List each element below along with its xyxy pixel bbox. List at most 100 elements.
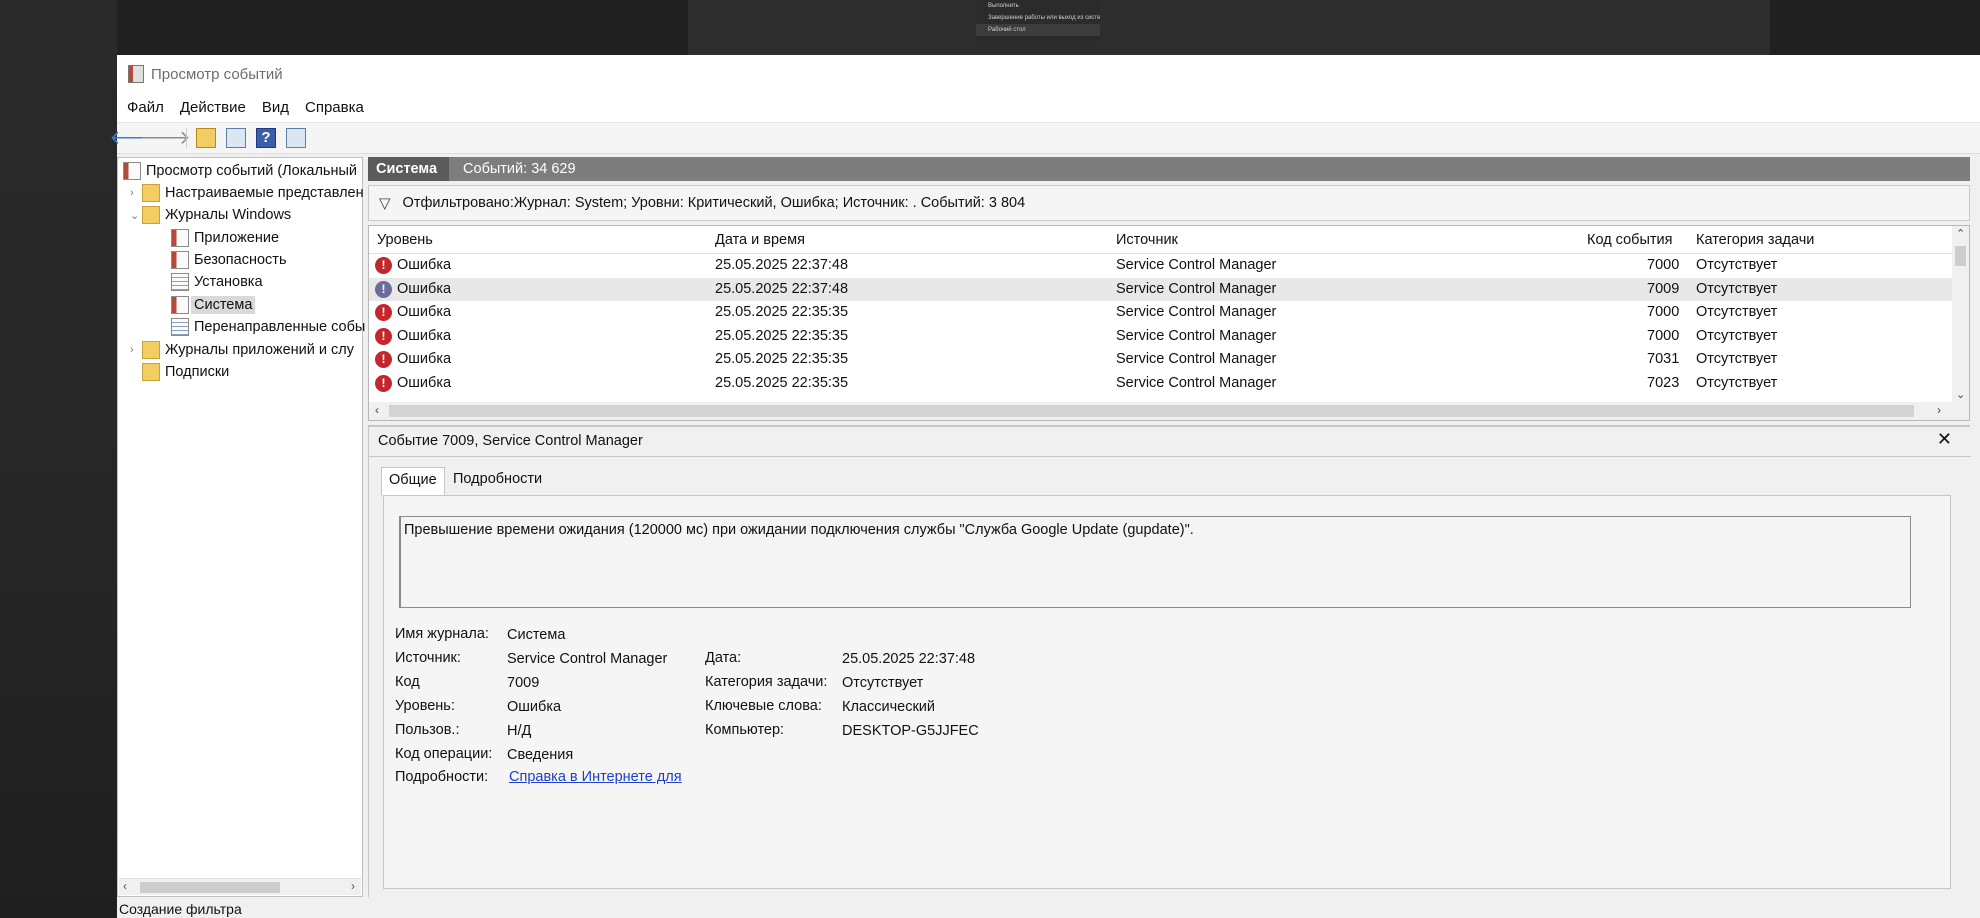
cell-source: Service Control Manager [1116, 374, 1277, 391]
scroll-left-icon[interactable]: ‹ [123, 879, 127, 893]
general-tab-content: Превышение времени ожидания (120000 мс) … [383, 495, 1951, 889]
scroll-right-icon[interactable]: › [1937, 403, 1941, 417]
label-level: Уровень: [395, 698, 455, 714]
show-action-pane-button[interactable] [283, 125, 309, 151]
expand-chevron-icon[interactable]: › [130, 187, 142, 199]
help-button[interactable]: ? [253, 125, 279, 151]
table-row[interactable]: ! Ошибка 25.05.2025 22:35:35 Service Con… [369, 372, 1969, 396]
close-icon[interactable]: ✕ [1937, 429, 1952, 450]
cell-date: 25.05.2025 22:37:48 [715, 280, 849, 297]
log-name: Система [368, 157, 450, 181]
tree-label: Настраиваемые представлен [165, 185, 364, 201]
tree-item-app-service-logs[interactable]: › Журналы приложений и слу [130, 339, 354, 361]
table-row[interactable]: ! Ошибка 25.05.2025 22:35:35 Service Con… [369, 348, 1969, 372]
error-icon: ! [375, 304, 392, 321]
collapse-chevron-icon[interactable]: ⌄ [130, 209, 142, 222]
tree-item-subscriptions[interactable]: Подписки [142, 361, 229, 383]
value-level[interactable]: Ошибка [507, 699, 561, 715]
scroll-down-icon[interactable]: ⌄ [1956, 388, 1965, 401]
context-menu-item[interactable]: Завершение работы или выход из системы [976, 12, 1100, 24]
context-menu-item[interactable]: Рабочий стол [976, 24, 1100, 36]
tab-general[interactable]: Общие [381, 467, 445, 497]
label-date: Дата: [705, 650, 742, 666]
tree-item-application[interactable]: Приложение [171, 227, 279, 249]
value-user[interactable]: Н/Д [507, 723, 531, 739]
tab-details[interactable]: Подробности [446, 467, 549, 495]
table-row[interactable]: ! Ошибка 25.05.2025 22:37:48 Service Con… [369, 254, 1969, 278]
value-date[interactable]: 25.05.2025 22:37:48 [842, 651, 975, 667]
error-icon: ! [375, 257, 392, 274]
toolbar-separator [186, 128, 187, 148]
column-header-level[interactable]: Уровень [377, 232, 433, 248]
scroll-thumb[interactable] [1955, 246, 1966, 266]
menu-help[interactable]: Справка [305, 99, 364, 116]
tree-label: Журналы приложений и слу [165, 342, 354, 358]
table-row-selected[interactable]: ! Ошибка 25.05.2025 22:37:48 Service Con… [369, 277, 1969, 301]
filter-icon: ▽ [379, 195, 391, 212]
scroll-right-icon[interactable]: › [351, 879, 355, 893]
tree-item-security[interactable]: Безопасность [171, 249, 287, 271]
event-description[interactable]: Превышение времени ожидания (120000 мс) … [399, 516, 1911, 608]
context-menu-item[interactable]: Выполнить [976, 0, 1100, 12]
expand-chevron-icon[interactable]: › [130, 344, 142, 356]
column-header-date[interactable]: Дата и время [715, 232, 805, 248]
value-computer[interactable]: DESKTOP-G5JJFEC [842, 723, 979, 739]
value-event-id[interactable]: 7009 [507, 675, 539, 691]
tree-item-root[interactable]: Просмотр событий (Локальный [123, 160, 357, 182]
label-computer: Компьютер: [705, 722, 785, 738]
desktop-background [0, 0, 117, 918]
scroll-thumb[interactable] [140, 882, 280, 893]
scroll-up-icon[interactable]: ⌃ [1956, 227, 1965, 240]
tree-item-setup[interactable]: Установка [171, 271, 263, 293]
log-header: Система Событий: 34 629 [368, 157, 1970, 181]
cell-level: Ошибка [397, 304, 452, 320]
table-horizontal-scrollbar[interactable]: ‹ › [369, 402, 1969, 420]
filter-bar: ▽ Отфильтровано:Журнал: System; Уровни: … [368, 185, 1970, 221]
show-tree-button[interactable] [223, 125, 249, 151]
scroll-left-icon[interactable]: ‹ [375, 403, 379, 417]
scroll-thumb[interactable] [389, 405, 1914, 417]
cell-level: Ошибка [397, 351, 452, 367]
cell-event-id: 7023 [1647, 374, 1680, 391]
cell-event-id: 7000 [1647, 304, 1680, 320]
column-header-event-id[interactable]: Код события [1587, 232, 1672, 248]
online-help-link[interactable]: Справка в Интернете для [509, 769, 682, 785]
table-vertical-scrollbar[interactable]: ⌃ ⌄ [1952, 226, 1969, 402]
tree-item-system[interactable]: Система [171, 294, 256, 316]
tree-label: Безопасность [194, 252, 287, 268]
column-header-task-category[interactable]: Категория задачи [1696, 232, 1814, 248]
console-tree-icon [226, 128, 246, 148]
column-header-source[interactable]: Источник [1116, 232, 1178, 248]
value-source[interactable]: Service Control Manager [507, 651, 667, 667]
toolbar: 🡐 🡒 ? [110, 123, 1980, 154]
table-row[interactable]: ! Ошибка 25.05.2025 22:35:35 Service Con… [369, 301, 1969, 325]
folder-icon [142, 206, 160, 224]
menu-file[interactable]: Файл [127, 99, 164, 116]
folder-icon [142, 341, 160, 359]
cell-level: Ошибка [397, 257, 452, 273]
error-icon: ! [375, 280, 392, 298]
value-task-category[interactable]: Отсутствует [842, 675, 923, 691]
action-pane-icon [286, 128, 306, 148]
value-log-name[interactable]: Система [507, 627, 565, 643]
label-opcode: Код операции: [395, 746, 493, 762]
tree-item-forwarded[interactable]: Перенаправленные собы [171, 316, 365, 338]
table-row[interactable]: ! Ошибка 25.05.2025 22:35:35 Service Con… [369, 325, 1969, 349]
forward-button[interactable]: 🡒 [140, 125, 191, 151]
value-opcode[interactable]: Сведения [507, 747, 573, 763]
menu-view[interactable]: Вид [262, 99, 289, 116]
cell-task-category: Отсутствует [1696, 280, 1778, 297]
log-icon [171, 296, 189, 314]
console-tree: Просмотр событий (Локальный › Настраивае… [117, 157, 365, 897]
open-saved-log-button[interactable] [193, 125, 219, 151]
menu-action[interactable]: Действие [180, 99, 246, 116]
subscriptions-icon [142, 363, 160, 381]
cell-event-id: 7000 [1647, 327, 1680, 344]
tree-item-custom-views[interactable]: › Настраиваемые представлен [130, 182, 364, 204]
tree-item-windows-logs[interactable]: ⌄ Журналы Windows [130, 204, 291, 226]
background-context-menu: Выполнить Завершение работы или выход из… [976, 0, 1100, 42]
tree-horizontal-scrollbar[interactable]: ‹ › [119, 878, 361, 895]
window-title: Просмотр событий [151, 65, 283, 83]
cell-date: 25.05.2025 22:35:35 [715, 304, 849, 320]
value-keywords[interactable]: Классический [842, 699, 935, 715]
